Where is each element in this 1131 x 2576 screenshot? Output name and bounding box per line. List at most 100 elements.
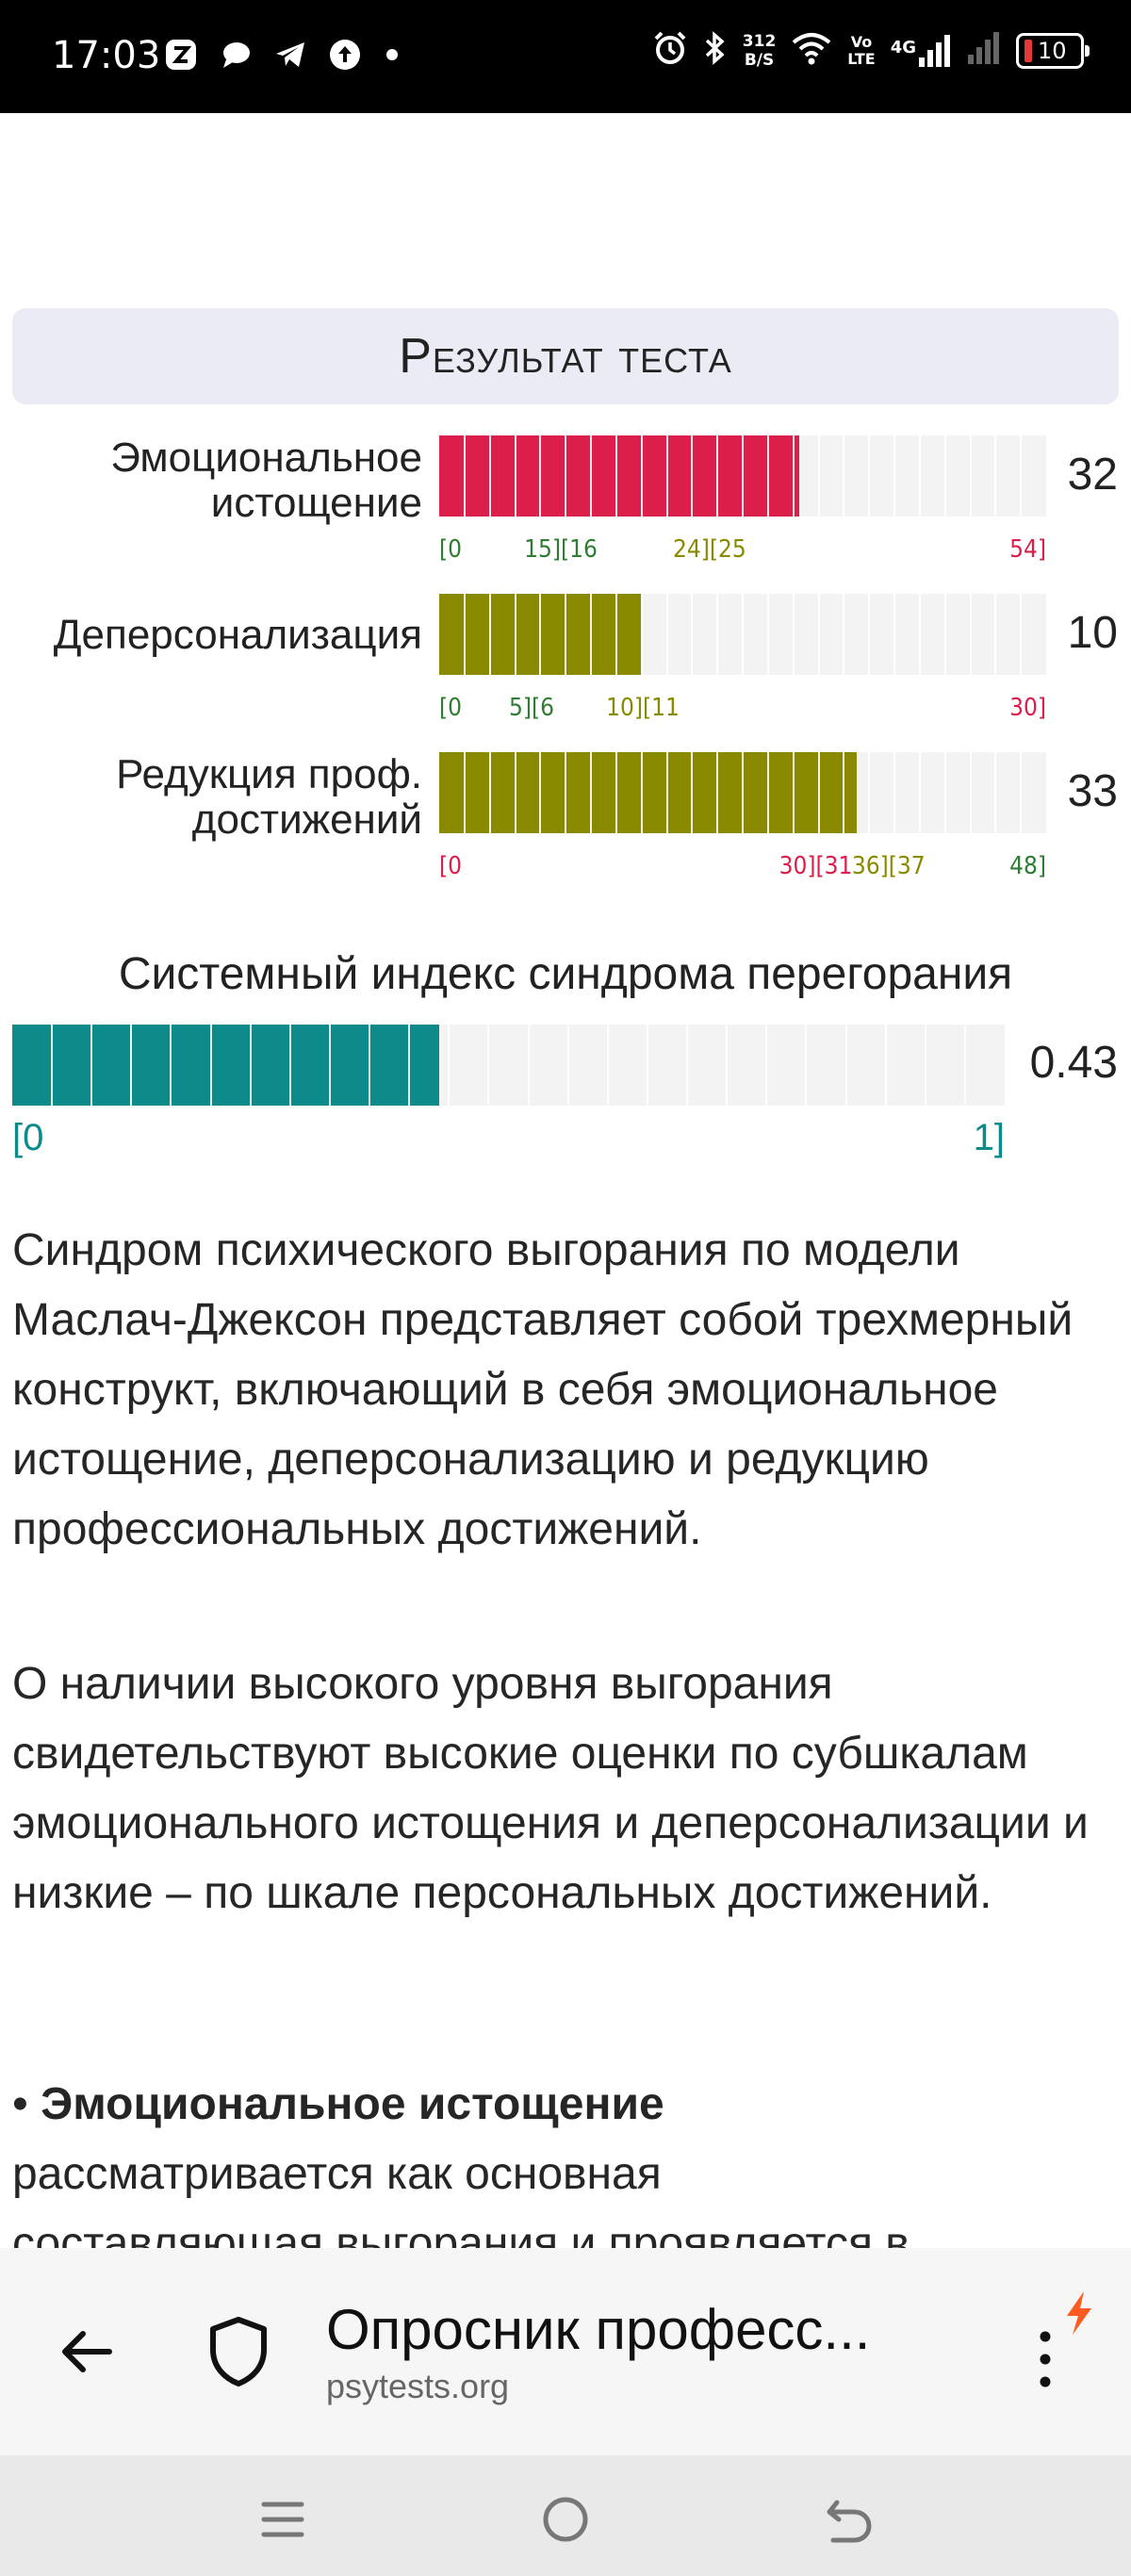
score-bar-divider [665, 435, 668, 517]
score-bar-divider [918, 435, 921, 517]
score-bar-divider [893, 752, 895, 833]
score-bar-divider [90, 1025, 93, 1106]
security-button[interactable] [205, 2314, 271, 2389]
scale-tick-label: [0 [439, 694, 463, 722]
score-bar-divider [463, 752, 466, 833]
score-bar-divider [716, 435, 719, 517]
net-speed-value: 312 [742, 31, 777, 51]
more-vertical-icon [1040, 2331, 1051, 2387]
result-title: Результат теста [12, 308, 1119, 404]
score-bar-divider [918, 752, 921, 833]
score-bar-divider [640, 752, 643, 833]
telegram-icon [271, 36, 309, 74]
recent-apps-button[interactable] [254, 2491, 311, 2548]
more-notifications-dot [386, 49, 398, 60]
scale-tick-label: 54] [1009, 535, 1046, 564]
net-speed: 312 B/S [743, 32, 777, 70]
scale-label-line2: достижений [191, 796, 422, 843]
score-bar-divider [844, 1025, 847, 1106]
score-emotional-exhaustion: 32 [1067, 450, 1118, 500]
score-bar-divider [686, 1025, 689, 1106]
status-bar: 17:03 312 B/S Vo LTE 4G 10 [0, 0, 1131, 113]
score-bar-divider [994, 435, 997, 517]
score-bar-divider [868, 435, 871, 517]
score-bar-divider [488, 594, 491, 675]
scale-ticks-depersonalization: [0 5][6 10][11 30] [439, 694, 1046, 728]
scale-label-reduction-achievements: Редукция проф. достижений [116, 752, 422, 843]
scale-tick-label: 48] [1009, 852, 1046, 880]
browser-toolbar: Опросник професс... psytests.org [0, 2248, 1131, 2455]
scale-label-depersonalization: Деперсонализация [54, 613, 422, 658]
scale-tick-label: 5][6 [509, 694, 555, 722]
score-bar-divider [1020, 594, 1023, 675]
score-bar-divider [943, 594, 946, 675]
score-bar-divider [448, 1025, 451, 1106]
score-bar-divider [969, 594, 972, 675]
page-title[interactable]: Опросник професс... [326, 2297, 948, 2362]
article-paragraph-1: Синдром психического выгорания по модели… [12, 1225, 1074, 1554]
score-bar-divider [615, 752, 617, 833]
score-bar-divider [665, 752, 668, 833]
score-bar-divider [817, 435, 820, 517]
score-bar-divider [463, 594, 466, 675]
score-bar-divider [514, 435, 516, 517]
article-paragraph-2: О наличии высокого уровня выгорания свид… [12, 1659, 1089, 1918]
score-bar-divider [408, 1025, 411, 1106]
scale-tick-label: 15][16 [524, 535, 598, 564]
back-button[interactable] [55, 2319, 121, 2385]
score-bar-divider [868, 752, 871, 833]
score-bar-divider [527, 1025, 530, 1106]
scale-tick-label: [0 [439, 535, 463, 564]
score-bar-divider [884, 1025, 887, 1106]
score-bar-divider [766, 435, 769, 517]
score-bar-divider [566, 1025, 569, 1106]
score-bar-divider [565, 435, 567, 517]
back-nav-button[interactable] [820, 2491, 877, 2548]
battery-percent: 10 [1038, 37, 1067, 64]
score-bar-fill [12, 1025, 439, 1106]
score-bar-divider [590, 594, 592, 675]
burnout-index-ticks: [0 1] [12, 1117, 1005, 1164]
score-bar-divider [170, 1025, 172, 1106]
score-bar-divider [742, 435, 744, 517]
score-bar-divider [792, 594, 795, 675]
battery-icon: 10 [1016, 32, 1090, 69]
scale-label-line1: Эмоциональное [110, 435, 422, 481]
score-bar-divider [640, 435, 643, 517]
score-bar-divider [369, 1025, 371, 1106]
scale-label-line2: истощение [210, 480, 422, 526]
score-bar-divider [868, 594, 871, 675]
score-bar-divider [539, 752, 542, 833]
upload-circle-icon [326, 36, 364, 74]
score-bar-divider [539, 594, 542, 675]
score-bar-divider [488, 752, 491, 833]
status-right-icons: 312 B/S Vo LTE 4G 10 [652, 30, 1090, 71]
page-url[interactable]: psytests.org [326, 2367, 509, 2406]
battery-level [1024, 39, 1032, 62]
home-button[interactable] [537, 2491, 594, 2548]
system-navigation-bar [0, 2455, 1131, 2576]
score-bar-divider [288, 1025, 291, 1106]
score-bar-divider [893, 435, 895, 517]
net-speed-unit: B/S [744, 50, 775, 70]
score-bar-divider [742, 594, 744, 675]
back-arrow-icon [827, 2500, 872, 2543]
menu-button[interactable] [1031, 2323, 1059, 2399]
bullet-line-2: рассматривается как основная [12, 2149, 662, 2199]
score-bar-divider [488, 435, 491, 517]
score-bar-divider [843, 594, 845, 675]
score-bar-divider [209, 1025, 212, 1106]
index-tick-start: [0 [12, 1117, 44, 1158]
score-bar-divider [817, 752, 820, 833]
score-bar-divider [606, 1025, 609, 1106]
score-bar-divider [565, 594, 567, 675]
article-bullet-emotional-exhaustion: • Эмоциональное истощение рассматриваетс… [12, 2070, 1115, 2249]
lightning-icon [1059, 2289, 1097, 2337]
alarm-icon [652, 30, 688, 71]
bullet-marker: • [12, 2079, 28, 2129]
score-bar-divider [565, 752, 567, 833]
score-bar-divider [766, 594, 769, 675]
volte-bottom: LTE [847, 49, 876, 68]
score-bar-divider [924, 1025, 926, 1106]
score-bar-divider [615, 435, 617, 517]
